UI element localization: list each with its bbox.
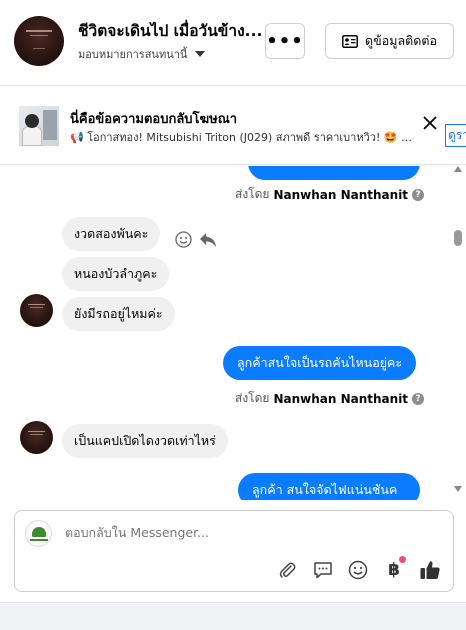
thread-scrollbar[interactable]	[450, 166, 466, 500]
outgoing-message-partial[interactable]: ลูกค้า สนใจจัดไฟแน่นชันค	[238, 473, 420, 500]
sender-avatar[interactable]	[20, 294, 53, 327]
chat-bubble-icon	[314, 562, 332, 579]
emoji-button[interactable]	[347, 559, 369, 581]
incoming-message[interactable]: เป็นแคปเปิดไดงวดเท่าไหร่	[62, 424, 228, 458]
reply-input[interactable]	[65, 525, 425, 540]
assign-conversation-dropdown[interactable]: มอบหมายการสนทนานี้	[78, 45, 206, 63]
baht-icon: ฿	[388, 560, 400, 580]
conversation-title[interactable]: ชีวิตจะเดินไป เมื่อวันข้าง...	[78, 18, 264, 43]
reply-arrow-icon[interactable]	[199, 232, 217, 248]
conversation-header: ชีวิตจะเดินไป เมื่อวันข้าง... มอบหมายการ…	[0, 0, 466, 86]
sent-by-label: ส่งโดย Nanwhan Nanthanit ?	[235, 389, 425, 408]
sender-name: Nanwhan Nanthanit	[273, 391, 409, 406]
message-thread: ส่งโดย Nanwhan Nanthanit ? งวดสองพันคะ ห…	[0, 166, 450, 500]
contact-card-icon	[342, 34, 359, 48]
paperclip-icon	[279, 562, 296, 578]
ad-reply-banner: นี่คือข้อความตอบกลับโฆษณา 📢 โอกาสทอง! Mi…	[0, 87, 466, 165]
outgoing-message-partial[interactable]	[248, 166, 420, 180]
payment-button[interactable]: ฿	[383, 556, 406, 581]
info-icon[interactable]: ?	[412, 188, 425, 201]
close-icon[interactable]	[421, 114, 439, 132]
incoming-message[interactable]: งวดสองพันคะ	[62, 217, 161, 251]
ellipsis-icon: •••	[266, 30, 304, 52]
reply-composer: ฿	[14, 510, 454, 592]
sender-name: Nanwhan Nanthanit	[273, 187, 409, 202]
incoming-message[interactable]: หนองบัวลำภูคะ	[62, 257, 170, 291]
caret-down-icon	[195, 51, 206, 57]
window-bottom-strip	[0, 602, 466, 630]
notification-dot	[399, 556, 406, 563]
view-ad-link[interactable]: ดูรา	[445, 124, 466, 147]
outgoing-message[interactable]: ลูกค้าสนใจเป็นรถคันไหนอยู่คะ	[223, 346, 417, 380]
thumbs-up-icon	[420, 561, 440, 579]
attach-button[interactable]	[276, 559, 298, 581]
view-contact-label: ดูข้อมูลติดต่อ	[365, 33, 437, 48]
scroll-down-arrow[interactable]	[454, 486, 462, 492]
like-button[interactable]	[419, 559, 441, 581]
info-icon[interactable]: ?	[412, 392, 425, 405]
ad-banner-text: 📢 โอกาสทอง! Mitsubishi Triton (J029) สภา…	[70, 131, 418, 144]
incoming-message[interactable]: ยังมีรถอยู่ไหมค่ะ	[62, 297, 175, 331]
view-contact-button[interactable]: ดูข้อมูลติดต่อ	[325, 23, 454, 59]
smiley-icon[interactable]	[175, 231, 192, 248]
ad-banner-title: นี่คือข้อความตอบกลับโฆษณา	[70, 112, 238, 127]
page-avatar[interactable]	[14, 16, 64, 66]
ad-thumbnail[interactable]	[19, 106, 59, 146]
scroll-thumb[interactable]	[454, 230, 462, 246]
sender-avatar[interactable]	[20, 421, 53, 454]
saved-replies-button[interactable]	[312, 559, 334, 581]
sent-by-label: ส่งโดย Nanwhan Nanthanit ?	[235, 185, 425, 204]
page-avatar-small	[25, 520, 52, 547]
scroll-up-arrow[interactable]	[454, 166, 462, 172]
assign-label: มอบหมายการสนทนานี้	[78, 48, 188, 61]
more-options-button[interactable]: •••	[265, 23, 305, 59]
smiley-icon	[348, 560, 368, 580]
